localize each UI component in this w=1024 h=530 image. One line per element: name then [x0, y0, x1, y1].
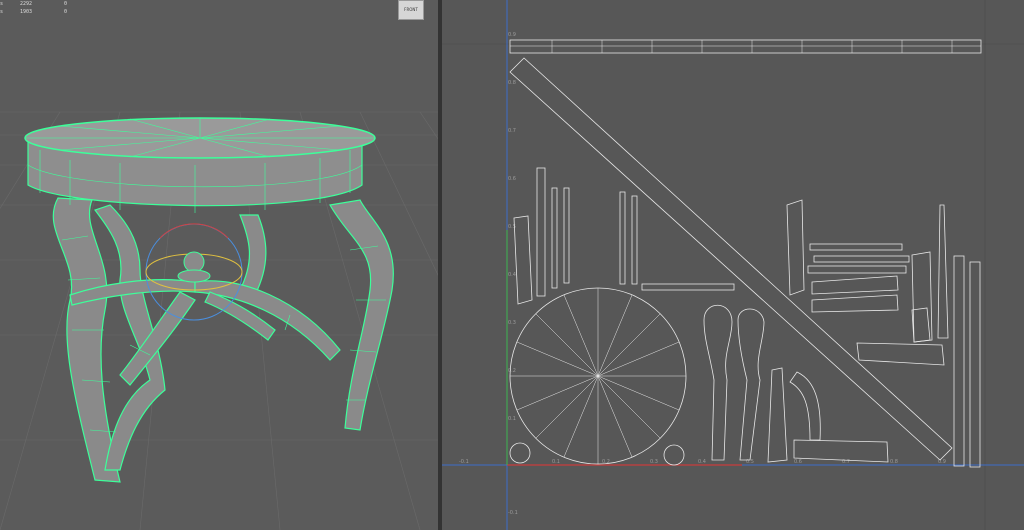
uv-canvas: 0.9 0.8 0.7 0.6 0.5 0.4 0.3 0.2 0.1 -0.1… — [442, 0, 1024, 530]
u-tick: 0.6 — [794, 459, 802, 465]
v-tick: -0.1 — [508, 510, 518, 516]
u-tick: 0.4 — [698, 459, 706, 465]
u-tick-labels: -0.1 0.1 0.2 0.3 0.4 0.5 0.6 0.7 0.8 0.9 — [459, 459, 946, 465]
v-tick: 0.4 — [508, 272, 516, 278]
v-tick: 0.6 — [508, 176, 516, 182]
v-tick: 0.1 — [508, 416, 516, 422]
u-tick: 0.8 — [890, 459, 898, 465]
u-tick: 0.3 — [650, 459, 658, 465]
uv-shells — [509, 39, 982, 468]
v-tick: 0.2 — [508, 368, 516, 374]
v-tick: 0.7 — [508, 128, 516, 134]
v-tick: 0.3 — [508, 320, 516, 326]
move-manipulator — [145, 223, 243, 321]
u-tick: -0.1 — [459, 459, 469, 465]
table-legs — [52, 197, 394, 483]
u-tick: 0.1 — [552, 459, 560, 465]
u-tick: 0.9 — [938, 459, 946, 465]
leg-wire-rings — [61, 235, 386, 433]
v-tick: 0.9 — [508, 32, 516, 38]
uv-editor[interactable]: 0.9 0.8 0.7 0.6 0.5 0.4 0.3 0.2 0.1 -0.1… — [442, 0, 1024, 530]
perspective-viewport[interactable]: s 2292 0 s 1903 0 FRONT — [0, 0, 438, 530]
viewport-scene — [0, 111, 438, 530]
v-tick: 0.8 — [508, 80, 516, 86]
